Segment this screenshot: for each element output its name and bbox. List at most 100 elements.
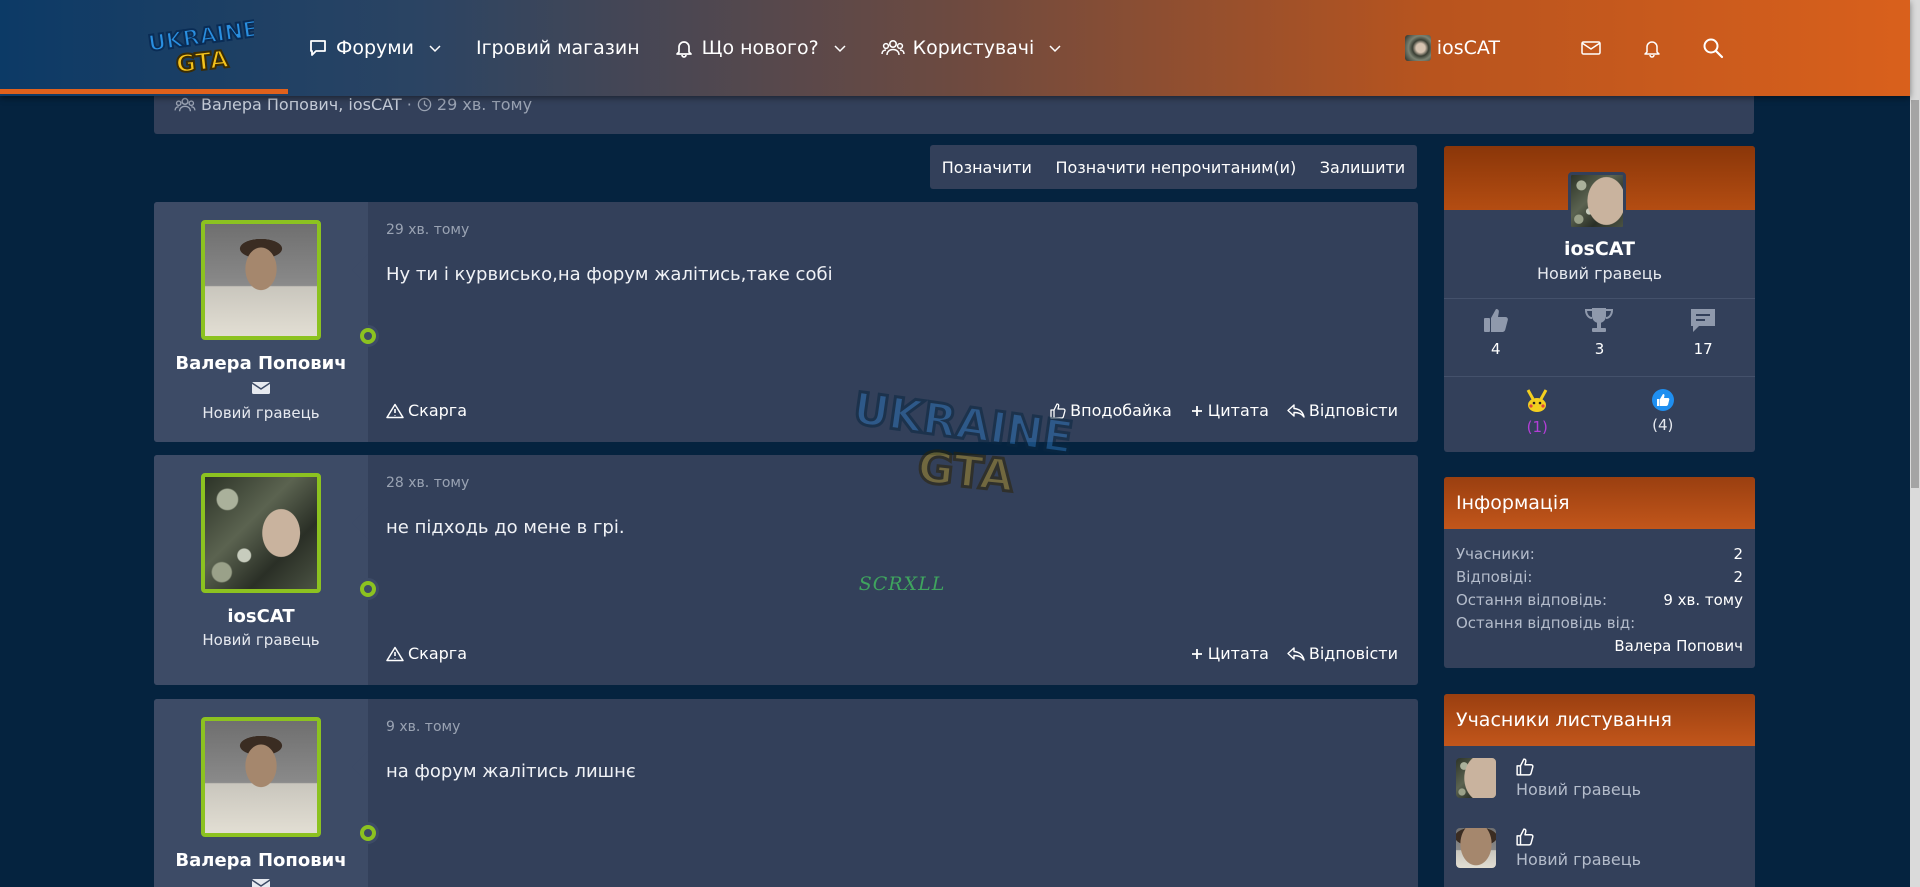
- post-body: на форум жалітись лишнє: [386, 761, 636, 782]
- nav-whats-new[interactable]: Що нового?: [674, 37, 847, 59]
- ukraine-gta-logo[interactable]: UKRAINE GTA: [146, 18, 254, 76]
- reply-button[interactable]: Відповісти: [1287, 644, 1398, 663]
- pikachu-icon: [1526, 389, 1548, 412]
- stat-trophies[interactable]: 3: [1559, 306, 1639, 358]
- inbox-button[interactable]: [1580, 39, 1602, 57]
- widget-title: Інформація: [1444, 477, 1755, 529]
- like-button[interactable]: Вподобайка: [1050, 401, 1172, 420]
- message-author-button[interactable]: [251, 380, 271, 400]
- post-content: 28 хв. тому не підходь до мене в грі. SC…: [386, 455, 1418, 685]
- nav-whats-new-label: Що нового?: [701, 37, 819, 59]
- chevron-down-icon: [429, 45, 441, 53]
- search-button[interactable]: [1702, 37, 1724, 59]
- reply-icon: [1287, 403, 1305, 418]
- participants-widget: Учасники листування Новий гравець Новий …: [1444, 694, 1755, 887]
- thread-meta: Валера Попович, iosCAT · 29 хв. тому: [174, 95, 532, 114]
- mark-unread-button[interactable]: Позначити непрочитаним(и): [1055, 158, 1296, 177]
- post-author-panel: Валера Попович: [154, 699, 379, 887]
- post-timestamp[interactable]: 29 хв. тому: [386, 222, 469, 238]
- thread-time: 29 хв. тому: [436, 95, 533, 114]
- warning-icon: [386, 646, 404, 661]
- participant-link[interactable]: Валера Попович: [201, 95, 338, 114]
- post-pointer: [352, 751, 368, 783]
- message-icon: [1691, 309, 1716, 332]
- avatar[interactable]: [201, 473, 321, 593]
- profile-reactions: (1) (4): [1444, 388, 1755, 436]
- plus-icon: [1191, 405, 1202, 416]
- page-progress-bar: [0, 89, 288, 94]
- nav-game-store-label: Ігровий магазин: [475, 37, 640, 59]
- reaction-like[interactable]: (4): [1651, 388, 1675, 436]
- nav-users[interactable]: Користувачі: [880, 37, 1063, 59]
- info-rows: Учасники: 2 Відповіді: 2 Остання відповідь…: [1444, 529, 1755, 658]
- avatar[interactable]: [201, 717, 321, 837]
- nav-game-store[interactable]: Ігровий магазин: [476, 37, 640, 59]
- last-reply-link[interactable]: 9 хв. тому: [1663, 589, 1743, 612]
- author-name[interactable]: Валера Попович: [175, 353, 346, 374]
- users-icon: [880, 39, 905, 56]
- thread-actions: Позначити Позначити непрочитаним(и) Зали…: [930, 145, 1417, 189]
- reply-button[interactable]: Відповісти: [1287, 401, 1398, 420]
- post-footer: Скарга Вподобайка Цитата Відповісти: [386, 401, 1398, 420]
- thumbs-up-icon: [1516, 828, 1534, 846]
- account-link[interactable]: iosCAT: [1404, 35, 1500, 61]
- site-header: UKRAINE GTA Форуми Ігровий магазин Що но…: [0, 0, 1910, 96]
- warning-icon: [386, 403, 404, 418]
- nav-forums[interactable]: Форуми: [308, 37, 442, 59]
- thumbs-up-icon: [1516, 758, 1534, 776]
- post-timestamp[interactable]: 28 хв. тому: [386, 475, 469, 491]
- online-status-icon: [357, 325, 379, 347]
- header-user-tools: iosCAT: [1404, 0, 1724, 96]
- profile-username[interactable]: iosCAT: [1444, 238, 1755, 260]
- page-scrollbar[interactable]: [1910, 0, 1920, 887]
- avatar[interactable]: [201, 220, 321, 340]
- bell-icon: [1644, 41, 1660, 58]
- users-icon: [174, 97, 196, 111]
- post-content: 9 хв. тому на форум жалітись лишнє: [386, 699, 1418, 887]
- report-button[interactable]: Скарга: [386, 644, 467, 663]
- nav-users-label: Користувачі: [912, 37, 1035, 59]
- avatar: [1404, 35, 1431, 61]
- message-author-button[interactable]: [251, 877, 271, 887]
- chevron-down-icon: [1049, 45, 1061, 53]
- plus-icon: [1191, 648, 1202, 659]
- alerts-button[interactable]: [1642, 38, 1662, 58]
- envelope-icon: [251, 382, 271, 394]
- author-name[interactable]: iosCAT: [227, 606, 294, 627]
- post-pointer: [352, 507, 368, 539]
- post-timestamp[interactable]: 9 хв. тому: [386, 719, 460, 735]
- last-reply-author-link[interactable]: Валера Попович: [1614, 635, 1743, 658]
- post: Валера Попович Новий гравець 29 хв. тому…: [154, 202, 1418, 442]
- post-body: не підходь до мене в грі.: [386, 517, 625, 538]
- report-button[interactable]: Скарга: [386, 401, 467, 420]
- leave-button[interactable]: Залишити: [1320, 158, 1405, 177]
- participant-rank: Новий гравець: [1516, 780, 1642, 799]
- scrollbar-thumb[interactable]: [1911, 100, 1919, 488]
- stat-likes[interactable]: 4: [1456, 306, 1536, 358]
- post-author-panel: Валера Попович Новий гравець: [154, 202, 379, 442]
- post-body: Ну ти і курвисько,на форум жалітись,таке…: [386, 264, 833, 285]
- stat-messages[interactable]: 17: [1663, 306, 1743, 358]
- widget-title: Учасники листування: [1444, 694, 1755, 746]
- avatar[interactable]: [1456, 828, 1496, 868]
- post-pointer: [352, 254, 368, 286]
- quote-button[interactable]: Цитата: [1190, 401, 1269, 420]
- post: Валера Попович 9 хв. тому на форум жаліт…: [154, 699, 1418, 887]
- search-icon: [1703, 38, 1724, 59]
- online-status-icon: [357, 578, 379, 600]
- mark-button[interactable]: Позначити: [942, 158, 1032, 177]
- reaction-pikachu[interactable]: (1): [1524, 388, 1550, 436]
- author-name[interactable]: Валера Попович: [175, 850, 346, 871]
- avatar[interactable]: [1456, 758, 1496, 798]
- thumbs-up-icon: [1050, 402, 1066, 419]
- author-rank: Новий гравець: [202, 404, 320, 422]
- user-signature: SCRXLL: [858, 573, 946, 595]
- quote-button[interactable]: Цитата: [1190, 644, 1269, 663]
- chevron-down-icon: [834, 45, 846, 53]
- avatar[interactable]: [1568, 172, 1626, 230]
- envelope-icon: [251, 879, 271, 887]
- participant-link[interactable]: iosCAT: [348, 95, 401, 114]
- clock-icon: [417, 97, 432, 112]
- thread-info-widget: Інформація Учасники: 2 Відповіді: 2 Останн…: [1444, 477, 1755, 668]
- post: iosCAT Новий гравець 28 хв. тому не підх…: [154, 455, 1418, 685]
